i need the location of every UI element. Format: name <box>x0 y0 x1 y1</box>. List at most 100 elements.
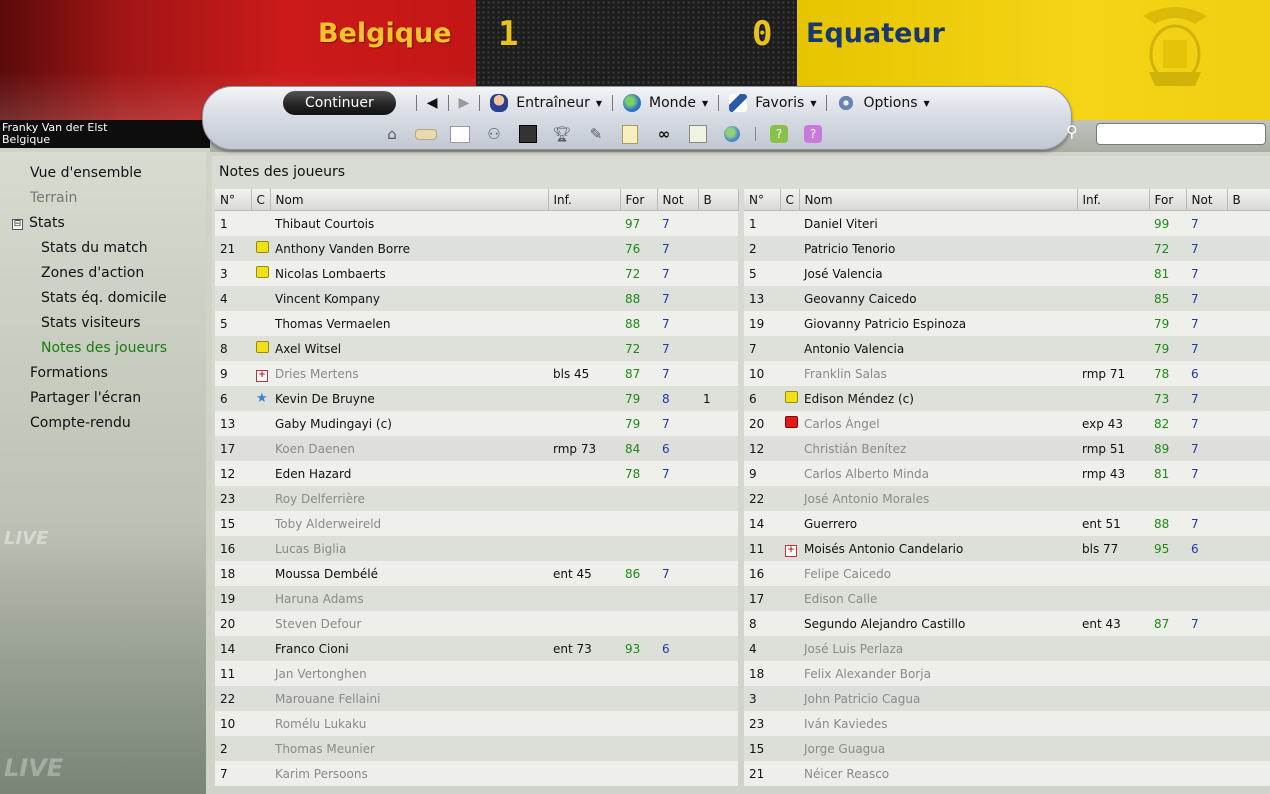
table-row[interactable]: 19 Giovanny Patricio Espinoza 79 7 <box>744 311 1270 336</box>
player-name[interactable]: Edison Calle <box>799 586 1077 611</box>
sidebar-item-compte-rendu[interactable]: Compte-rendu <box>30 415 131 431</box>
table-row[interactable]: 17 Koen Daenen rmp 73 84 6 <box>215 436 738 461</box>
col-name[interactable]: Nom <box>270 189 549 211</box>
col-info[interactable]: Inf. <box>1077 189 1150 211</box>
player-name[interactable]: Romélu Lukaku <box>270 711 548 736</box>
forward-arrow-icon[interactable]: ▶ <box>459 95 470 111</box>
help-icon[interactable]: ? <box>768 125 790 143</box>
table-row[interactable]: 7 Antonio Valencia 79 7 <box>744 336 1270 361</box>
tactics-icon[interactable] <box>517 125 539 143</box>
player-name[interactable]: Edison Méndez (c) <box>799 386 1077 411</box>
player-name[interactable]: Koen Daenen <box>270 436 548 461</box>
sidebar-item-stats-match[interactable]: Stats du match <box>41 240 148 256</box>
player-name[interactable]: Haruna Adams <box>270 586 548 611</box>
home-icon[interactable]: ⌂ <box>381 125 403 143</box>
table-row[interactable]: 15 Toby Alderweireld <box>215 511 738 536</box>
player-name[interactable]: Karim Persoons <box>270 761 548 786</box>
col-goals[interactable]: B <box>698 189 739 211</box>
col-card[interactable]: C <box>251 189 271 211</box>
table-row[interactable]: 4 Vincent Kompany 88 7 <box>215 286 738 311</box>
table-row[interactable]: 12 Christián Benítez rmp 51 89 7 <box>744 436 1270 461</box>
player-name[interactable]: Daniel Viteri <box>799 210 1077 236</box>
world-icon[interactable] <box>721 125 743 143</box>
menu-favoris[interactable]: Favoris ▼ <box>729 94 816 112</box>
sidebar-item-stats-visiteurs[interactable]: Stats visiteurs <box>41 315 141 331</box>
binoculars-icon[interactable]: ∞ <box>653 125 675 143</box>
table-row[interactable]: 4 José Luis Perlaza <box>744 636 1270 661</box>
player-name[interactable]: Thibaut Courtois <box>270 210 548 236</box>
table-row[interactable]: 20 Steven Defour <box>215 611 738 636</box>
player-name[interactable]: Roy Delferrière <box>270 486 548 511</box>
table-row[interactable]: 16 Lucas Biglia <box>215 536 738 561</box>
table-row[interactable]: 13 Gaby Mudingayi (c) 79 7 <box>215 411 738 436</box>
table-row[interactable]: 5 José Valencia 81 7 <box>744 261 1270 286</box>
player-name[interactable]: Dries Mertens <box>270 361 548 386</box>
col-fitness[interactable]: For <box>1149 189 1187 211</box>
table-row[interactable]: 12 Eden Hazard 78 7 <box>215 461 738 486</box>
question-icon[interactable]: ? <box>802 125 824 143</box>
player-name[interactable]: Giovanny Patricio Espinoza <box>799 311 1077 336</box>
table-row[interactable]: 18 Moussa Dembélé ent 45 86 7 <box>215 561 738 586</box>
player-name[interactable]: Antonio Valencia <box>799 336 1077 361</box>
player-name[interactable]: Franklin Salas <box>799 361 1077 386</box>
search-input[interactable] <box>1096 123 1266 145</box>
player-name[interactable]: Moisés Antonio Candelario <box>799 536 1077 561</box>
collapse-icon[interactable]: ⊟ <box>12 219 23 230</box>
table-row[interactable]: 3 John Patricio Cagua <box>744 686 1270 711</box>
player-name[interactable]: Patricio Tenorio <box>799 236 1077 261</box>
trophy-icon[interactable]: 🏆︎ <box>551 125 573 143</box>
player-name[interactable]: Thomas Meunier <box>270 736 548 761</box>
scout-icon[interactable]: ✎ <box>585 125 607 143</box>
table-row[interactable]: 14 Franco Cioni ent 73 93 6 <box>215 636 738 661</box>
player-name[interactable]: Anthony Vanden Borre <box>270 236 548 261</box>
document-icon[interactable] <box>687 125 709 143</box>
table-row[interactable]: 19 Haruna Adams <box>215 586 738 611</box>
player-name[interactable]: Steven Defour <box>270 611 548 636</box>
table-row[interactable]: 7 Karim Persoons <box>215 761 738 786</box>
table-row[interactable]: 8 Segundo Alejandro Castillo ent 43 87 7 <box>744 611 1270 636</box>
player-name[interactable]: Carlos Alberto Minda <box>799 461 1077 486</box>
player-name[interactable]: José Antonio Morales <box>799 486 1077 511</box>
sidebar-item-vue-ensemble[interactable]: Vue d'ensemble <box>30 165 142 181</box>
table-row[interactable]: 5 Thomas Vermaelen 88 7 <box>215 311 738 336</box>
table-row[interactable]: 21 Néicer Reasco <box>744 761 1270 786</box>
sidebar-item-notes-joueurs[interactable]: Notes des joueurs <box>41 340 167 356</box>
player-name[interactable]: José Luis Perlaza <box>799 636 1077 661</box>
back-arrow-icon[interactable]: ◀ <box>427 95 438 111</box>
inbox-icon[interactable] <box>415 125 437 143</box>
player-name[interactable]: Carlos Ángel <box>799 411 1077 436</box>
col-fitness[interactable]: For <box>620 189 658 211</box>
table-row[interactable]: 9 Carlos Alberto Minda rmp 43 81 7 <box>744 461 1270 486</box>
player-name[interactable]: Jan Vertonghen <box>270 661 548 686</box>
player-name[interactable]: Eden Hazard <box>270 461 548 486</box>
menu-options[interactable]: Options ▼ <box>837 94 930 112</box>
player-name[interactable]: Kevin De Bruyne <box>270 386 548 411</box>
player-name[interactable]: Iván Kaviedes <box>799 711 1077 736</box>
table-row[interactable]: 9 + Dries Mertens bls 45 87 7 <box>215 361 738 386</box>
col-info[interactable]: Inf. <box>548 189 621 211</box>
player-name[interactable]: Marouane Fellaini <box>270 686 548 711</box>
table-row[interactable]: 14 Guerrero ent 51 88 7 <box>744 511 1270 536</box>
table-row[interactable]: 10 Franklin Salas rmp 71 78 6 <box>744 361 1270 386</box>
table-row[interactable]: 22 José Antonio Morales <box>744 486 1270 511</box>
notes-icon[interactable] <box>619 124 641 144</box>
menu-monde[interactable]: Monde ▼ <box>623 94 708 112</box>
col-rating[interactable]: Not <box>1186 189 1228 211</box>
squad-icon[interactable]: ⚇ <box>483 125 505 143</box>
player-name[interactable]: Segundo Alejandro Castillo <box>799 611 1077 636</box>
player-name[interactable]: Gaby Mudingayi (c) <box>270 411 548 436</box>
player-name[interactable]: José Valencia <box>799 261 1077 286</box>
player-name[interactable]: Thomas Vermaelen <box>270 311 548 336</box>
sidebar-item-stats-domicile[interactable]: Stats éq. domicile <box>41 290 167 306</box>
player-name[interactable]: John Patricio Cagua <box>799 686 1077 711</box>
player-name[interactable]: Vincent Kompany <box>270 286 548 311</box>
table-row[interactable]: 6 ★ Kevin De Bruyne 79 8 1 <box>215 386 738 411</box>
sidebar-item-zones-action[interactable]: Zones d'action <box>41 265 144 281</box>
menu-entraineur[interactable]: Entraîneur ▼ <box>490 94 602 112</box>
col-goals[interactable]: B <box>1227 189 1270 211</box>
table-row[interactable]: 1 Thibaut Courtois 97 7 <box>215 210 738 236</box>
col-number[interactable]: N° <box>744 189 781 211</box>
sidebar-item-formations[interactable]: Formations <box>30 365 108 381</box>
player-name[interactable]: Guerrero <box>799 511 1077 536</box>
table-row[interactable]: 23 Iván Kaviedes <box>744 711 1270 736</box>
